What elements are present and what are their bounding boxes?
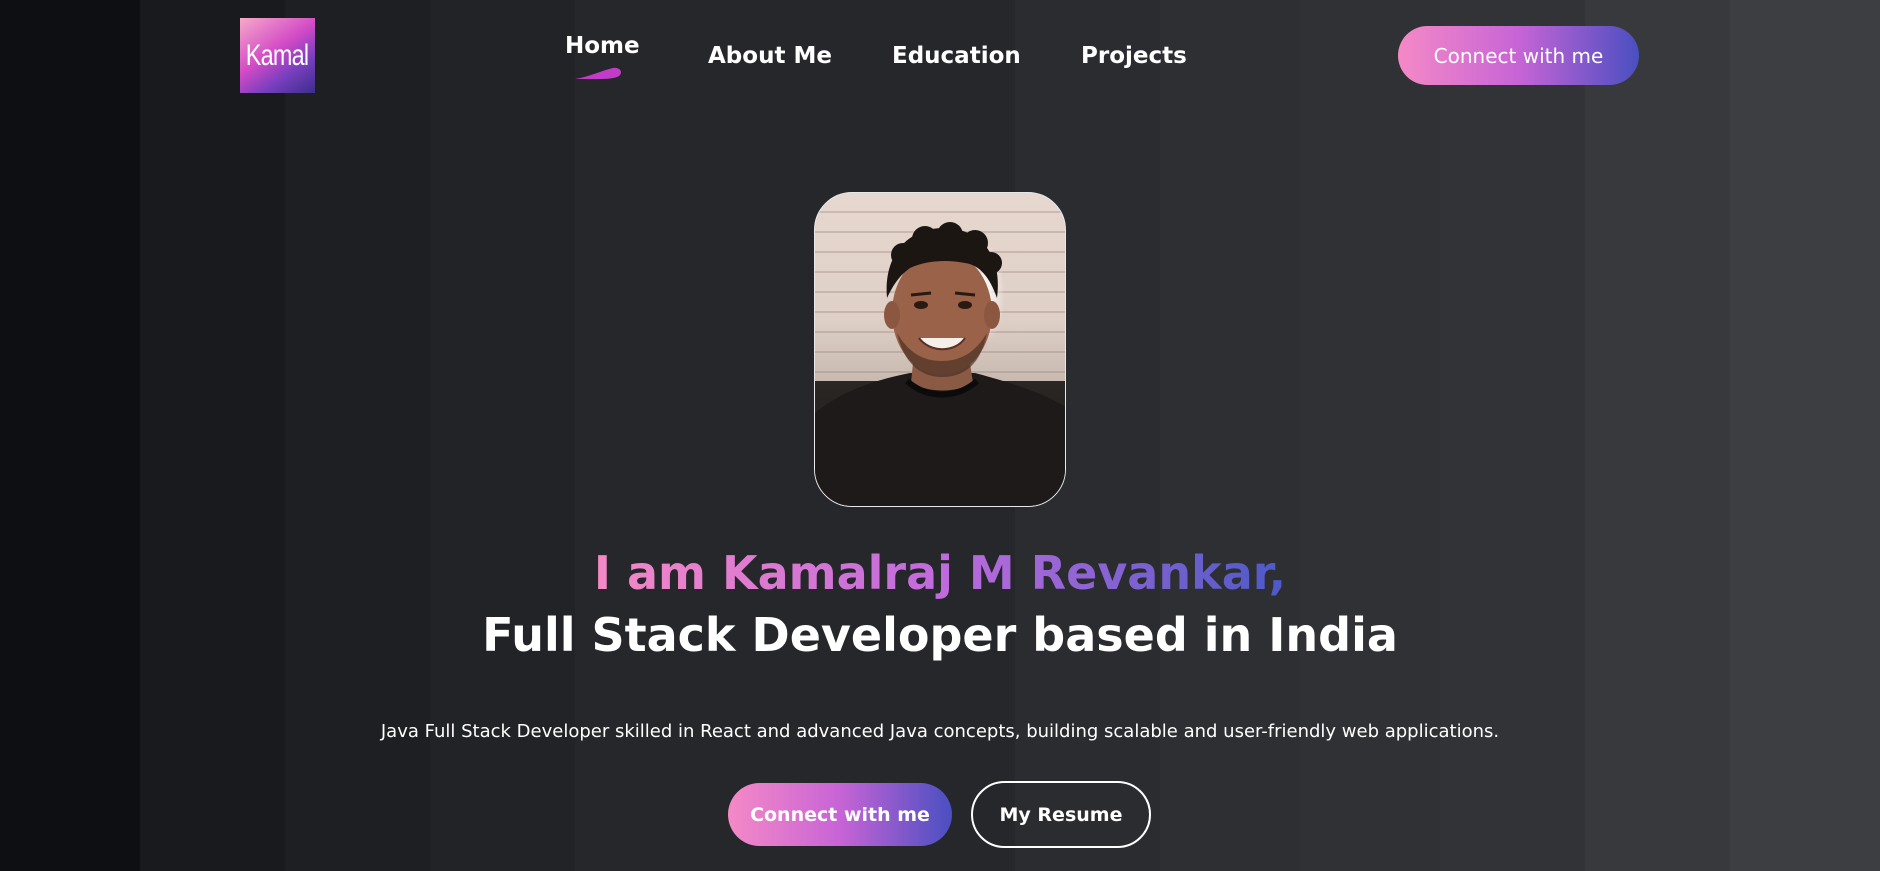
profile-photo (814, 192, 1066, 507)
hero-greeting: I am Kamalraj M Revankar, (0, 546, 1880, 600)
active-nav-indicator-icon (575, 67, 621, 80)
header-connect-button[interactable]: Connect with me (1398, 26, 1639, 85)
resume-button[interactable]: My Resume (971, 781, 1151, 848)
nav-item-projects[interactable]: Projects (1081, 43, 1187, 69)
hero-connect-button[interactable]: Connect with me (728, 783, 952, 846)
hero-description: Java Full Stack Developer skilled in Rea… (380, 721, 1500, 742)
hero-greeting-text: I am Kamalraj M Revankar, (593, 546, 1287, 600)
nav-item-education[interactable]: Education (892, 43, 1021, 69)
nav-item-home[interactable]: Home (565, 33, 640, 59)
hero-tagline: Full Stack Developer based in India (482, 608, 1398, 662)
nav-item-about-me[interactable]: About Me (708, 43, 832, 69)
